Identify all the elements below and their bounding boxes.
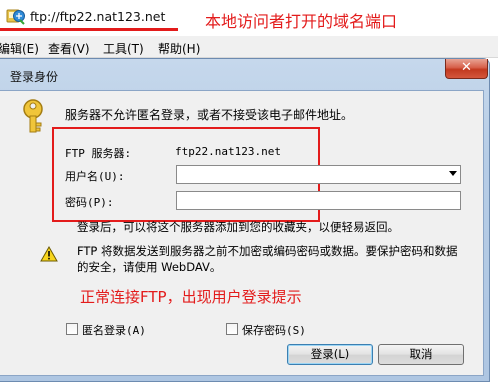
- close-button[interactable]: ✕: [445, 59, 488, 79]
- username-label: 用户名(U):: [65, 170, 125, 183]
- ftp-server-label: FTP 服务器:: [65, 147, 132, 160]
- login-button[interactable]: 登录(L): [287, 344, 373, 365]
- login-required-message: 服务器不允许匿名登录，或者不接受该电子邮件地址。: [65, 108, 354, 122]
- anonymous-login-checkbox[interactable]: [66, 323, 78, 335]
- annotation-note: 正常连接FTP，出现用户登录提示: [80, 288, 302, 306]
- address-url[interactable]: ftp://ftp22.nat123.net: [30, 9, 165, 24]
- menu-tools[interactable]: 工具(T): [103, 40, 144, 57]
- save-password-label[interactable]: 保存密码(S): [242, 322, 306, 338]
- security-warning-line2: 的安全，请使用 WebDAV。: [77, 260, 222, 274]
- password-field[interactable]: [176, 191, 461, 210]
- chevron-down-icon[interactable]: [449, 171, 457, 176]
- cancel-button[interactable]: 取消: [378, 344, 464, 365]
- ie-ftp-icon: [6, 9, 25, 25]
- address-annotation: 本地访问者打开的域名端口: [205, 12, 398, 31]
- menu-bar: 编辑(E) 查看(V) 工具(T) 帮助(H): [0, 36, 498, 58]
- url-highlight-underline: [0, 28, 178, 31]
- menu-edit[interactable]: 编辑(E): [0, 40, 39, 57]
- ftp-server-value: ftp22.nat123.net: [175, 145, 281, 158]
- menu-view[interactable]: 查看(V): [48, 40, 90, 57]
- save-password-checkbox[interactable]: [226, 323, 238, 335]
- anonymous-login-label[interactable]: 匿名登录(A): [82, 322, 146, 338]
- security-warning-line1: FTP 将数据发送到服务器之前不加密或编码密码或数据。要保护密码和数据: [77, 244, 458, 258]
- username-combobox[interactable]: [176, 165, 461, 184]
- warning-icon: [40, 246, 58, 262]
- key-icon: [23, 99, 43, 133]
- password-label: 密码(P):: [65, 196, 114, 209]
- login-hint-text: 登录后，可以将这个服务器添加到您的收藏夹，以便轻易返回。: [77, 220, 399, 234]
- menu-help[interactable]: 帮助(H): [158, 40, 200, 57]
- dialog-title: 登录身份: [10, 70, 59, 84]
